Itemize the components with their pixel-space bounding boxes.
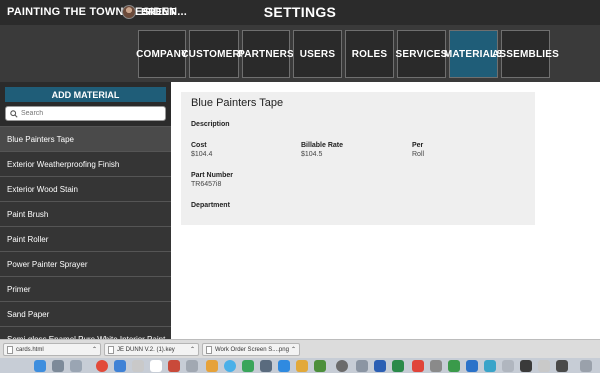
trash-icon[interactable]: [580, 360, 592, 372]
app-icon[interactable]: [70, 360, 82, 372]
download-filename: cards.html: [16, 346, 44, 353]
material-detail-card: Blue Painters Tape Description Cost $104…: [181, 92, 535, 225]
search-box[interactable]: [5, 106, 166, 121]
app-icon[interactable]: [466, 360, 478, 372]
materials-sidebar: ADD MATERIAL Blue Painters Tape Exterior…: [0, 82, 171, 339]
app-icon[interactable]: [114, 360, 126, 372]
app-icon[interactable]: [168, 360, 180, 372]
app-icon[interactable]: [356, 360, 368, 372]
tab-company[interactable]: COMPANY: [136, 30, 188, 78]
chevron-up-icon[interactable]: ⌃: [190, 346, 195, 353]
app-icon[interactable]: [206, 360, 218, 372]
list-item[interactable]: Sand Paper: [0, 301, 171, 326]
launchpad-icon[interactable]: [52, 360, 64, 372]
document-icon: [206, 345, 212, 354]
list-item[interactable]: Exterior Weatherproofing Finish: [0, 151, 171, 176]
app-icon[interactable]: [502, 360, 514, 372]
user-avatar[interactable]: [122, 5, 136, 19]
tab-services[interactable]: SERVICES: [396, 30, 447, 78]
app-icon[interactable]: [260, 360, 272, 372]
app-icon[interactable]: [242, 360, 254, 372]
material-title: Blue Painters Tape: [191, 97, 284, 109]
tab-assemblies[interactable]: ASSEMBLIES: [492, 30, 559, 78]
list-item[interactable]: Primer: [0, 276, 171, 301]
list-item[interactable]: Paint Brush: [0, 201, 171, 226]
department-label: Department: [191, 202, 230, 209]
excel-icon[interactable]: [392, 360, 404, 372]
document-icon: [7, 345, 13, 354]
search-icon: [10, 109, 18, 118]
top-bar: PAINTING THE TOWN RESIDEN... BRENT ⌄ SET…: [0, 0, 600, 25]
settings-nav: COMPANY CUSTOMERS PARTNERS USERS ROLES S…: [0, 25, 600, 82]
tab-users[interactable]: USERS: [293, 30, 342, 78]
cost-value: $104.4: [191, 151, 213, 158]
app-icon[interactable]: [430, 360, 442, 372]
chrome-icon[interactable]: [96, 360, 108, 372]
app-icon[interactable]: [296, 360, 308, 372]
app-icon[interactable]: [186, 360, 198, 372]
list-item[interactable]: Power Painter Sprayer: [0, 251, 171, 276]
chevron-up-icon[interactable]: ⌃: [92, 346, 97, 353]
part-number-value: TR6457i8: [191, 181, 222, 188]
app-icon[interactable]: [556, 360, 568, 372]
download-filename: JE DUNN V.2. (1).key: [117, 346, 175, 353]
cost-label: Cost: [191, 142, 207, 149]
downloads-bar: cards.html ⌃ JE DUNN V.2. (1).key ⌃ Work…: [0, 339, 600, 358]
tab-roles[interactable]: ROLES: [345, 30, 394, 78]
app-icon[interactable]: [520, 360, 532, 372]
tab-partners[interactable]: PARTNERS: [238, 30, 294, 78]
billable-rate-value: $104.5: [301, 151, 323, 158]
tab-customers[interactable]: CUSTOMERS: [181, 30, 247, 78]
finder-icon[interactable]: [34, 360, 46, 372]
search-input[interactable]: [21, 110, 161, 117]
document-icon: [108, 345, 114, 354]
app-icon[interactable]: [412, 360, 424, 372]
list-item[interactable]: Semi-gloss Enamel Pure White Interior Pa…: [0, 326, 171, 339]
app-icon[interactable]: [150, 360, 162, 372]
add-material-button[interactable]: ADD MATERIAL: [5, 87, 166, 102]
per-value: Roll: [412, 151, 425, 158]
page-title: SETTINGS: [263, 4, 337, 20]
download-item[interactable]: cards.html ⌃: [3, 343, 101, 356]
description-label: Description: [191, 121, 230, 128]
download-item[interactable]: JE DUNN V.2. (1).key ⌃: [104, 343, 199, 356]
materials-list: Blue Painters Tape Exterior Weatherproof…: [0, 126, 171, 339]
app-icon[interactable]: [448, 360, 460, 372]
word-icon[interactable]: [374, 360, 386, 372]
app-icon[interactable]: [314, 360, 326, 372]
billable-rate-label: Billable Rate: [301, 142, 344, 149]
download-filename: Work Order Screen S....png: [215, 346, 289, 353]
per-label: Per: [412, 142, 424, 149]
list-item[interactable]: Paint Roller: [0, 226, 171, 251]
chevron-down-icon[interactable]: ⌄: [170, 6, 178, 17]
part-number-label: Part Number: [191, 172, 234, 179]
app-icon[interactable]: [484, 360, 496, 372]
download-item[interactable]: Work Order Screen S....png ⌃: [202, 343, 300, 356]
app-icon[interactable]: [132, 360, 144, 372]
app-icon[interactable]: [278, 360, 290, 372]
tab-materials[interactable]: MATERIALS: [444, 30, 503, 78]
app-icon[interactable]: [224, 360, 236, 372]
chevron-up-icon[interactable]: ⌃: [291, 346, 296, 353]
list-item[interactable]: Blue Painters Tape: [0, 126, 171, 151]
dock: [0, 358, 600, 373]
list-item[interactable]: Exterior Wood Stain: [0, 176, 171, 201]
app-icon[interactable]: [336, 360, 348, 372]
app-icon[interactable]: [538, 360, 550, 372]
